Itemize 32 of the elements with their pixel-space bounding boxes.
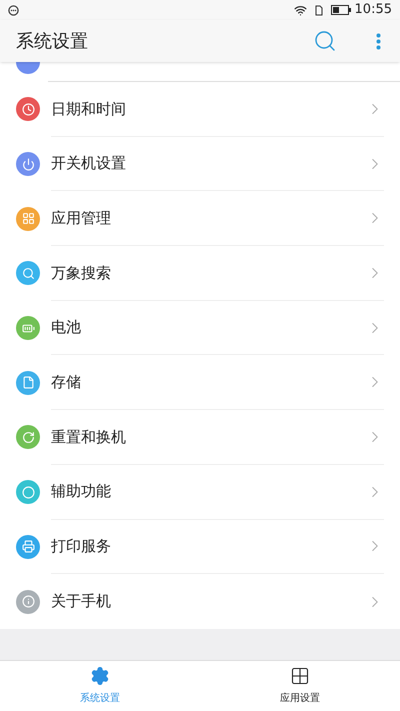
item-label: 日期和时间 <box>51 98 127 120</box>
more-icon <box>376 32 380 50</box>
item-label: 辅助功能 <box>51 481 112 502</box>
bottom-tab[interactable]: 系统设置 <box>0 661 200 711</box>
item-label: 存储 <box>51 372 82 394</box>
item-label: 应用管理 <box>51 208 112 229</box>
wifi-icon <box>294 4 307 16</box>
grid-icon <box>290 666 310 686</box>
settings-item[interactable]: 辅助功能 <box>0 464 400 520</box>
item-label: 重置和换机 <box>51 426 127 448</box>
notification-icon <box>8 4 19 16</box>
settings-item[interactable]: 开关机设置 <box>0 136 400 192</box>
bottom-tab[interactable]: 应用设置 <box>200 661 400 711</box>
item-label: 关于手机 <box>51 591 112 612</box>
item-label: 万象搜索 <box>51 262 112 284</box>
settings-item[interactable]: 关于手机 <box>0 574 400 629</box>
settings-item[interactable]: 应用管理 <box>0 191 400 246</box>
search-icon <box>313 29 337 53</box>
settings-item[interactable]: 重置和换机 <box>0 410 400 465</box>
page-title: 系统设置 <box>16 30 89 54</box>
item-label: 电池 <box>51 317 82 338</box>
clock-time: 10:55 <box>354 1 392 20</box>
gear-icon <box>90 666 110 686</box>
sim-icon <box>314 4 323 16</box>
settings-item[interactable]: 存储 <box>0 355 400 410</box>
settings-item[interactable]: 万象搜索 <box>0 246 400 301</box>
settings-item[interactable]: 打印服务 <box>0 520 400 574</box>
settings-item[interactable]: 日期和时间 <box>0 82 400 137</box>
item-label: 打印服务 <box>51 536 112 558</box>
battery-icon <box>330 5 351 15</box>
item-label: 开关机设置 <box>51 153 127 174</box>
settings-item[interactable]: 电池 <box>0 300 400 356</box>
